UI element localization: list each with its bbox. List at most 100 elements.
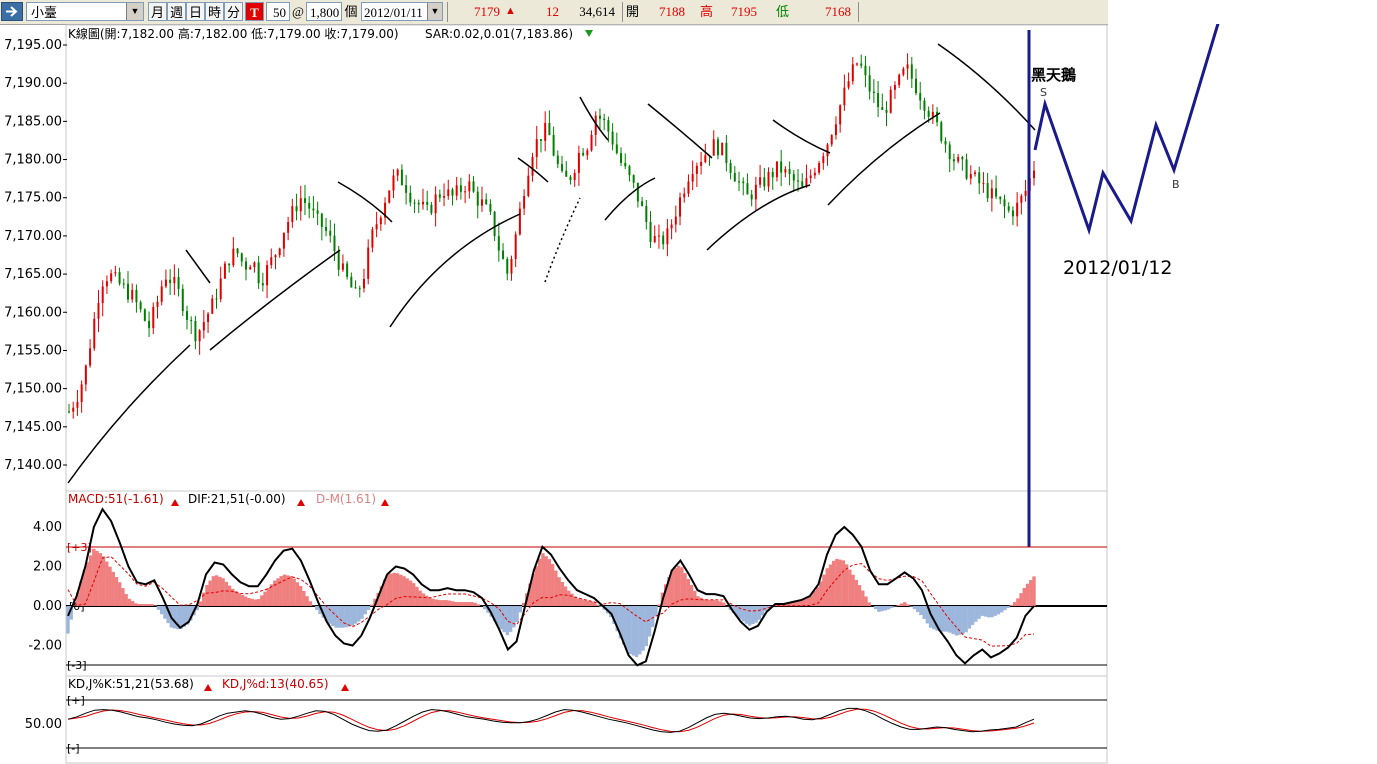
candle-body xyxy=(232,248,235,266)
candle-body xyxy=(729,163,732,173)
candle-body xyxy=(792,174,795,181)
candle-body xyxy=(674,216,677,225)
candle-body xyxy=(266,264,269,286)
candle-body xyxy=(649,221,652,243)
candle-body xyxy=(531,156,534,176)
candle-body xyxy=(455,185,458,196)
candle-body xyxy=(126,283,129,300)
candle-body xyxy=(830,135,833,145)
candle-body xyxy=(325,227,328,231)
candle-body xyxy=(598,115,601,119)
candle-body xyxy=(257,262,260,284)
candle-body xyxy=(287,222,290,233)
dif-label: DIF:21,51(-0.00) xyxy=(188,492,286,506)
candle-body xyxy=(464,191,467,193)
wave-label-s: S xyxy=(1040,86,1047,99)
candle-body xyxy=(379,217,382,225)
candle-body xyxy=(502,250,505,259)
price-y-tick: 7,150.00 xyxy=(4,382,62,397)
chart-area: K線圖(開:7,182.00 高:7,182.00 低:7,179.00 收:7… xyxy=(0,24,1377,764)
candle-body xyxy=(219,278,222,300)
candle-body xyxy=(215,298,218,300)
symbol-value: 小臺 xyxy=(31,5,58,20)
candle-body xyxy=(826,144,829,157)
macd-band-lower-label: [-3] xyxy=(67,659,87,672)
candle-body xyxy=(198,330,201,342)
candle-body xyxy=(194,320,197,342)
low-value: 7168 xyxy=(825,4,851,19)
candle-body xyxy=(754,184,757,200)
candle-body xyxy=(961,156,964,160)
period-minute-button[interactable]: 分 xyxy=(224,2,243,21)
wave-label-b: B xyxy=(1172,178,1180,191)
high-label: 高 xyxy=(700,4,714,19)
candle-body xyxy=(645,206,648,222)
candle-body xyxy=(320,213,323,228)
price-y-tick: 7,160.00 xyxy=(4,305,62,320)
candle-body xyxy=(704,155,707,162)
candle-body xyxy=(834,124,837,136)
candle-body xyxy=(544,122,547,141)
dm-label: D-M(1.61) xyxy=(316,492,376,506)
candle-body xyxy=(518,208,521,235)
chart-canvas: K線圖(開:7,182.00 高:7,182.00 低:7,179.00 收:7… xyxy=(4,24,1220,764)
price-y-axis: 7,195.00 7,190.00 7,185.00 7,180.00 7,175.00… xyxy=(4,38,67,473)
candle-body xyxy=(657,235,660,237)
candle-body xyxy=(118,272,121,284)
kd-d-label: KD,J%d:13(40.65) xyxy=(222,677,329,691)
macd-y-tick: 4.00 xyxy=(33,520,62,535)
date-select[interactable]: 2012/01/11 ▼ xyxy=(361,2,443,21)
candle-body xyxy=(982,183,985,185)
candle-body xyxy=(691,173,694,182)
candle-body xyxy=(476,191,479,206)
candle-body xyxy=(1024,190,1027,196)
period-month-button[interactable]: 月 xyxy=(148,2,167,21)
candle-body xyxy=(969,174,972,179)
period-day-button[interactable]: 日 xyxy=(186,2,205,21)
at-label: @ xyxy=(292,4,304,19)
high-value: 7195 xyxy=(731,4,757,19)
candle-body xyxy=(822,156,825,164)
candle-body xyxy=(716,139,719,156)
candle-body xyxy=(1016,202,1019,217)
price-y-tick: 7,185.00 xyxy=(4,114,62,129)
candle-body xyxy=(80,384,83,403)
macd-y-tick: 2.00 xyxy=(33,560,62,575)
candle-body xyxy=(995,188,998,197)
candle-body xyxy=(122,283,125,285)
candle-body xyxy=(308,202,311,209)
candle-body xyxy=(68,411,70,413)
chevron-down-icon[interactable]: ▼ xyxy=(427,3,442,20)
candle-body xyxy=(801,181,804,187)
chevron-down-icon[interactable]: ▼ xyxy=(126,3,143,20)
symbol-select[interactable]: 小臺 ▼ xyxy=(26,2,144,21)
candle-body xyxy=(670,224,673,229)
candle-body xyxy=(160,286,163,302)
candle-body xyxy=(746,183,749,195)
candle-body xyxy=(228,263,231,266)
tick-mode-button[interactable]: T xyxy=(245,2,264,21)
candle-body xyxy=(872,91,875,94)
candle-body xyxy=(76,402,79,408)
candle-body xyxy=(759,177,762,185)
candle-body xyxy=(497,236,500,251)
candle-body xyxy=(620,153,623,163)
candle-body xyxy=(679,197,682,217)
interval-input[interactable]: 50 xyxy=(266,2,290,21)
candle-body xyxy=(527,175,530,196)
macd-y-tick: -2.00 xyxy=(28,639,62,654)
candle-body xyxy=(999,196,1002,200)
candle-body xyxy=(164,279,167,287)
candle-body xyxy=(139,302,142,310)
candle-body xyxy=(371,229,374,248)
candle-body xyxy=(986,183,989,199)
candle-body xyxy=(438,194,441,198)
candle-body xyxy=(367,247,370,279)
period-week-button[interactable]: 週 xyxy=(167,2,186,21)
candle-body xyxy=(105,281,108,287)
candle-body xyxy=(451,189,454,196)
period-hour-button[interactable]: 時 xyxy=(205,2,224,21)
bar-count-input[interactable]: 1,800 xyxy=(306,2,342,21)
nav-button[interactable] xyxy=(1,2,23,21)
candle-body xyxy=(902,68,905,75)
